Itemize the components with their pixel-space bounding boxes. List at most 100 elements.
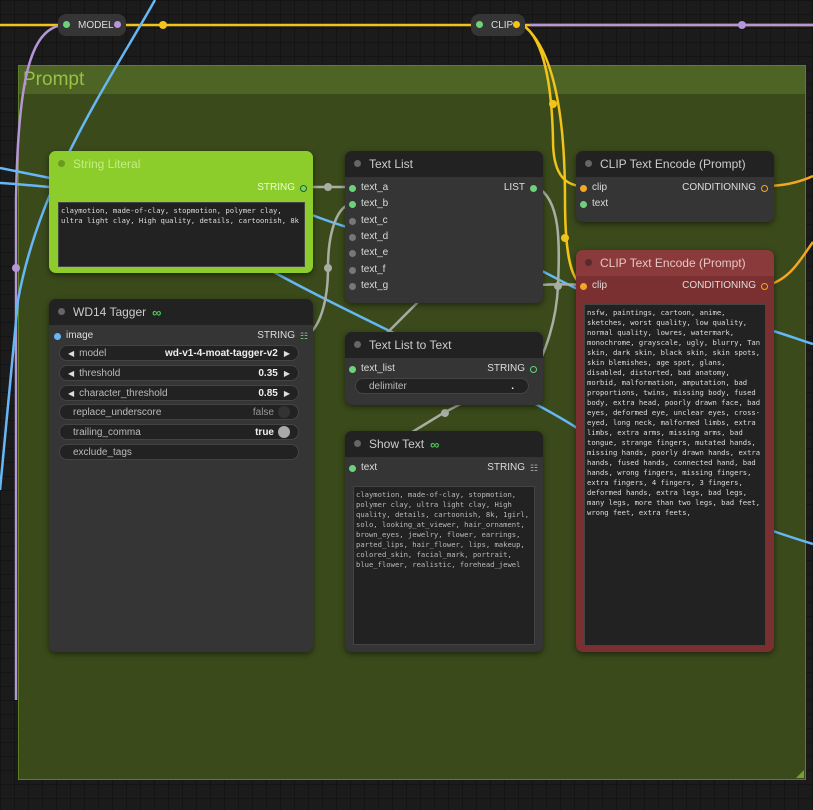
string-literal-textarea[interactable]: claymotion, made-of-clay, stopmotion, po… — [58, 202, 305, 267]
negative-prompt-textarea[interactable]: nsfw, paintings, cartoon, anime, sketche… — [584, 304, 766, 646]
increment-arrow-icon[interactable]: ▶ — [284, 369, 290, 378]
input-text[interactable]: text — [580, 197, 608, 211]
input-text-c[interactable]: text_c — [349, 214, 388, 228]
replace-underscore-toggle[interactable]: replace_underscore false — [59, 404, 299, 420]
output-dot[interactable] — [761, 185, 768, 192]
decrement-arrow-icon[interactable]: ◀ — [68, 349, 74, 358]
output-string[interactable]: STRING ☷ — [487, 461, 538, 475]
input-dot[interactable] — [349, 201, 356, 208]
text-list-to-text-node[interactable]: Text List to Text text_list STRING delim… — [345, 332, 543, 405]
reroute-input-dot[interactable] — [476, 21, 483, 28]
group-resize-handle[interactable] — [796, 770, 804, 778]
group-title[interactable]: Prompt — [19, 66, 805, 94]
collapse-dot[interactable] — [58, 308, 65, 315]
node-title-bar[interactable]: Text List to Text — [345, 332, 543, 358]
input-image[interactable]: image — [54, 329, 93, 343]
list-output-icon[interactable]: ☷ — [300, 329, 308, 341]
toggle-knob[interactable] — [278, 426, 290, 438]
decrement-arrow-icon[interactable]: ◀ — [68, 389, 74, 398]
reroute-model[interactable]: MODEL — [58, 14, 126, 36]
input-label: image — [66, 330, 94, 341]
input-dot[interactable] — [349, 250, 356, 257]
output-string[interactable]: STRING — [487, 362, 537, 376]
node-title: Text List — [369, 157, 414, 171]
output-dot[interactable] — [530, 185, 537, 192]
input-dot[interactable] — [349, 185, 356, 192]
link-icon: ∞ — [430, 436, 440, 452]
collapse-dot[interactable] — [585, 259, 592, 266]
model-combo[interactable]: ◀ model wd-v1-4-moat-tagger-v2 ▶ — [59, 345, 299, 361]
input-clip[interactable]: clip — [580, 181, 607, 195]
output-string[interactable]: STRING — [257, 181, 307, 195]
input-dot[interactable] — [349, 366, 356, 373]
input-text-a[interactable]: text_a — [349, 181, 388, 195]
widget-value: wd-v1-4-moat-tagger-v2 — [165, 347, 278, 359]
output-conditioning[interactable]: CONDITIONING — [682, 181, 768, 195]
node-title-bar[interactable]: CLIP Text Encode (Prompt) — [576, 250, 774, 276]
node-title: String Literal — [73, 157, 141, 171]
node-title-bar[interactable]: String Literal — [49, 151, 313, 177]
reroute-clip[interactable]: CLIP — [471, 14, 526, 36]
input-dot[interactable] — [580, 185, 587, 192]
collapse-dot[interactable] — [58, 160, 65, 167]
node-title-bar[interactable]: CLIP Text Encode (Prompt) — [576, 151, 774, 177]
input-dot[interactable] — [580, 283, 587, 290]
input-dot[interactable] — [349, 465, 356, 472]
node-title-bar[interactable]: WD14 Tagger ∞ — [49, 299, 313, 325]
input-text-f[interactable]: text_f — [349, 263, 385, 277]
clip-text-encode-positive-node[interactable]: CLIP Text Encode (Prompt) clip text COND… — [576, 151, 774, 222]
output-dot[interactable] — [530, 366, 537, 373]
input-text[interactable]: text — [349, 461, 377, 475]
collapse-dot[interactable] — [354, 160, 361, 167]
widget-label: replace_underscore — [73, 406, 162, 418]
input-label: text_g — [361, 280, 389, 291]
show-text-node[interactable]: Show Text ∞ text STRING ☷ claymotion, ma… — [345, 431, 543, 652]
list-output-icon[interactable]: ☷ — [530, 461, 538, 473]
widget-label: character_threshold — [79, 387, 168, 399]
delimiter-field[interactable]: delimiter . — [355, 378, 529, 394]
exclude-tags-field[interactable]: exclude_tags — [59, 444, 299, 460]
reroute-output-dot[interactable] — [113, 21, 121, 28]
input-clip[interactable]: clip — [580, 279, 607, 293]
toggle-knob[interactable] — [278, 406, 290, 418]
output-conditioning[interactable]: CONDITIONING — [682, 279, 768, 293]
input-text-e[interactable]: text_e — [349, 246, 388, 260]
clip-text-encode-negative-node[interactable]: CLIP Text Encode (Prompt) clip CONDITION… — [576, 250, 774, 652]
output-label: CONDITIONING — [682, 280, 756, 291]
input-dot[interactable] — [349, 283, 356, 290]
show-text-output: claymotion, made-of-clay, stopmotion, po… — [353, 486, 535, 645]
widget-value: false — [252, 406, 274, 418]
node-title-bar[interactable]: Show Text ∞ — [345, 431, 543, 457]
input-dot[interactable] — [580, 201, 587, 208]
output-string[interactable]: STRING ☷ — [257, 329, 308, 343]
reroute-output-dot[interactable] — [513, 21, 521, 28]
increment-arrow-icon[interactable]: ▶ — [284, 349, 290, 358]
input-text-list[interactable]: text_list — [349, 362, 395, 376]
widget-value: true — [255, 426, 274, 438]
trailing-comma-toggle[interactable]: trailing_comma true — [59, 424, 299, 440]
input-label: text_a — [361, 182, 389, 193]
text-list-node[interactable]: Text List text_a text_b text_c text_d te… — [345, 151, 543, 303]
input-text-d[interactable]: text_d — [349, 230, 388, 244]
node-title-bar[interactable]: Text List — [345, 151, 543, 177]
increment-arrow-icon[interactable]: ▶ — [284, 389, 290, 398]
reroute-input-dot[interactable] — [63, 21, 70, 28]
string-literal-node[interactable]: String Literal STRING claymotion, made-o… — [49, 151, 313, 273]
character-threshold-number[interactable]: ◀ character_threshold 0.85 ▶ — [59, 385, 299, 401]
input-dot[interactable] — [54, 333, 61, 340]
input-dot[interactable] — [349, 267, 356, 274]
decrement-arrow-icon[interactable]: ◀ — [68, 369, 74, 378]
input-dot[interactable] — [349, 234, 356, 241]
collapse-dot[interactable] — [354, 440, 361, 447]
output-list[interactable]: LIST — [504, 181, 537, 195]
widget-value: 0.85 — [258, 387, 278, 399]
input-dot[interactable] — [349, 218, 356, 225]
output-dot[interactable] — [761, 283, 768, 290]
wd14-tagger-node[interactable]: WD14 Tagger ∞ image STRING ☷ ◀ model wd-… — [49, 299, 313, 652]
output-dot[interactable] — [300, 185, 307, 192]
input-text-g[interactable]: text_g — [349, 279, 388, 293]
collapse-dot[interactable] — [585, 160, 592, 167]
input-text-b[interactable]: text_b — [349, 197, 388, 211]
threshold-number[interactable]: ◀ threshold 0.35 ▶ — [59, 365, 299, 381]
collapse-dot[interactable] — [354, 341, 361, 348]
